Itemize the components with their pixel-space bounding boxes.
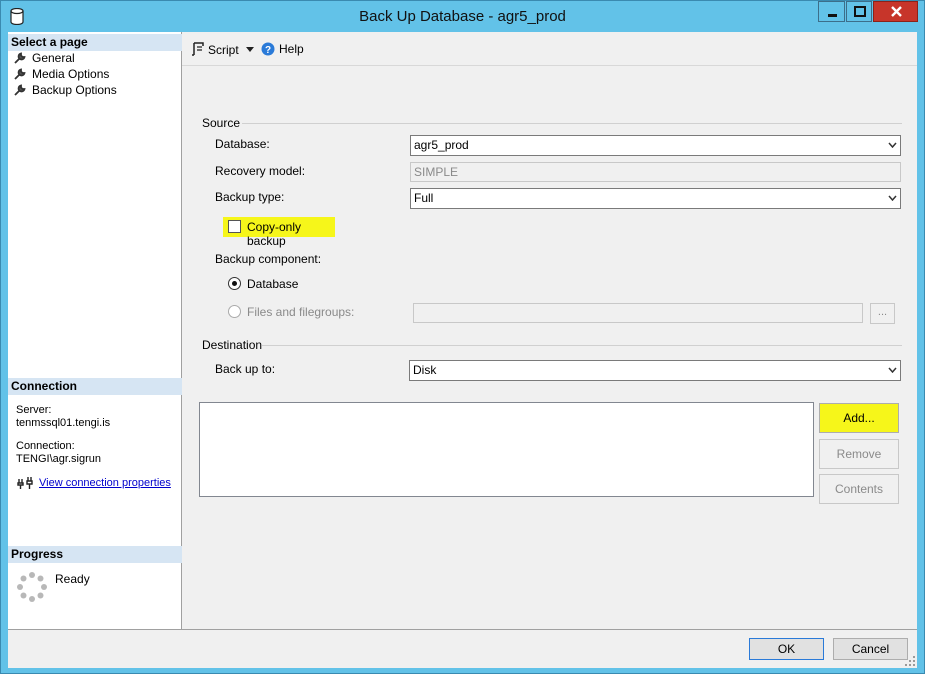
minimize-icon: [828, 14, 837, 17]
svg-text:?: ?: [265, 45, 271, 56]
chevron-down-icon: [888, 367, 897, 373]
window-title: Back Up Database - agr5_prod: [359, 8, 566, 25]
component-database-label[interactable]: Database: [247, 277, 298, 291]
backup-type-select[interactable]: Full: [410, 188, 901, 209]
help-label: Help: [279, 42, 304, 56]
database-label: Database:: [215, 137, 270, 151]
connection-value: TENGI\agr.sigrun: [16, 453, 101, 465]
nav-item-media-options[interactable]: Media Options: [14, 67, 109, 82]
destination-divider: [262, 345, 902, 346]
title-bar[interactable]: Back Up Database - agr5_prod: [1, 1, 924, 32]
component-files-radio[interactable]: [228, 305, 241, 318]
copy-only-backup-checkbox[interactable]: [228, 220, 241, 233]
backup-type-label: Backup type:: [215, 190, 285, 204]
copy-only-backup-highlight: Copy-only backup: [223, 217, 335, 248]
script-icon: [192, 42, 204, 56]
back-up-to-label: Back up to:: [215, 362, 276, 376]
wrench-icon: [14, 84, 26, 96]
nav-item-backup-options[interactable]: Backup Options: [14, 83, 117, 98]
view-connection-properties-link[interactable]: View connection properties: [39, 477, 171, 489]
general-page: Source Database: agr5_prod Recovery mode…: [182, 67, 917, 629]
remove-destination-button[interactable]: Remove: [819, 439, 899, 469]
connection-label: Connection:: [16, 440, 75, 452]
recovery-model-label: Recovery model:: [215, 164, 306, 178]
dialog-window: Back Up Database - agr5_prod Select a pa…: [0, 0, 925, 674]
destination-group-label: Destination: [202, 338, 263, 352]
page-selector-pane: Select a page General Media Options Back…: [8, 32, 182, 629]
component-database-radio[interactable]: [228, 277, 241, 290]
source-divider: [242, 123, 902, 124]
connection-header: Connection: [8, 378, 182, 395]
script-label: Script: [208, 43, 239, 57]
close-button[interactable]: [873, 1, 918, 22]
recovery-model-field: SIMPLE: [410, 162, 901, 182]
add-destination-button[interactable]: Add...: [819, 403, 899, 433]
maximize-button[interactable]: [846, 1, 872, 22]
database-select[interactable]: agr5_prod: [410, 135, 901, 156]
connection-properties-icon: [17, 477, 33, 489]
help-button[interactable]: ? Help: [261, 42, 304, 56]
cancel-button[interactable]: Cancel: [833, 638, 908, 660]
database-value: agr5_prod: [414, 138, 469, 152]
nav-item-label: General: [32, 51, 75, 65]
destination-list[interactable]: [199, 402, 814, 497]
copy-only-backup-label[interactable]: Copy-only backup: [247, 220, 335, 248]
backup-component-label: Backup component:: [215, 252, 322, 266]
dialog-client: Select a page General Media Options Back…: [8, 32, 917, 668]
back-up-to-select[interactable]: Disk: [409, 360, 901, 381]
back-up-to-value: Disk: [413, 363, 437, 377]
minimize-button[interactable]: [818, 1, 845, 22]
chevron-down-icon: [888, 142, 897, 148]
nav-item-label: Backup Options: [32, 83, 117, 97]
close-icon: [891, 6, 902, 17]
filegroups-field: [413, 303, 863, 323]
wrench-icon: [14, 52, 26, 64]
toolbar: Script ? Help: [182, 32, 917, 66]
contents-button[interactable]: Contents: [819, 474, 899, 504]
server-label: Server:: [16, 404, 52, 416]
progress-status: Ready: [55, 572, 90, 586]
server-value: tenmssql01.tengi.is: [16, 417, 111, 429]
chevron-down-icon: [888, 195, 897, 201]
dialog-footer: OK Cancel: [8, 629, 917, 668]
script-dropdown-icon[interactable]: [246, 47, 254, 52]
help-icon: ?: [261, 42, 275, 56]
backup-type-value: Full: [414, 191, 434, 205]
ok-button[interactable]: OK: [749, 638, 824, 660]
progress-header: Progress: [8, 546, 182, 563]
source-group-label: Source: [202, 116, 241, 130]
filegroups-browse-button[interactable]: ...: [870, 303, 895, 324]
script-button[interactable]: Script: [191, 42, 239, 57]
progress-spinner-icon: [17, 572, 47, 602]
select-page-header: Select a page: [8, 34, 182, 51]
nav-item-general[interactable]: General: [14, 51, 75, 66]
maximize-icon: [854, 6, 866, 17]
nav-item-label: Media Options: [32, 67, 110, 81]
wrench-icon: [14, 68, 26, 80]
component-files-label[interactable]: Files and filegroups:: [247, 305, 354, 319]
resize-grip-icon[interactable]: [905, 656, 915, 666]
